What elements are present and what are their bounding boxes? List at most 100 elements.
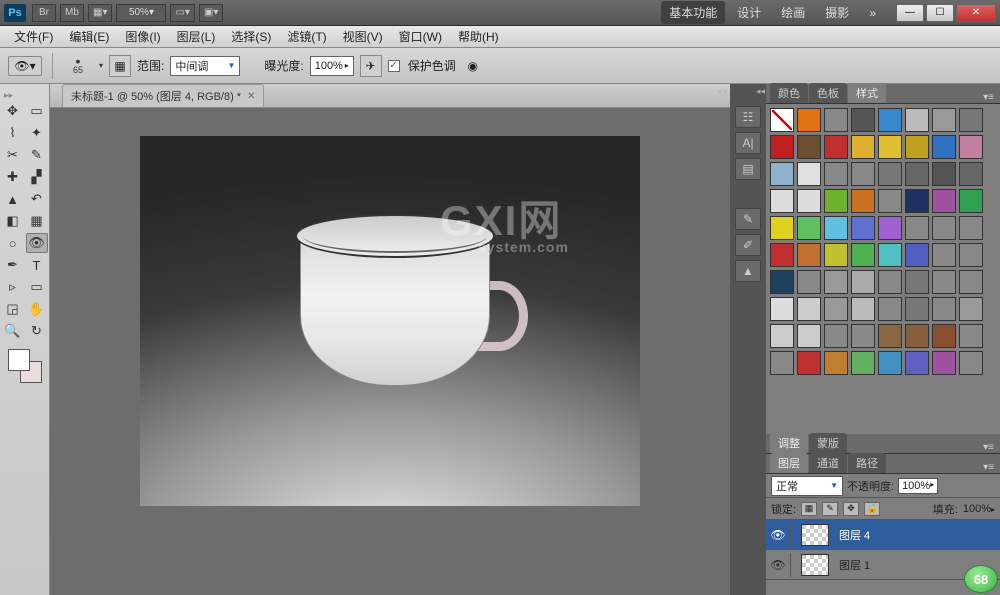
tab-swatches[interactable]: 色板 [809, 83, 847, 103]
menu-layer[interactable]: 图层(L) [169, 26, 224, 47]
bridge-button[interactable]: Br [32, 4, 56, 22]
canvas[interactable]: GXI网 system.com [140, 136, 640, 506]
style-swatch[interactable] [932, 108, 956, 132]
style-swatch[interactable] [851, 297, 875, 321]
style-swatch[interactable] [851, 243, 875, 267]
layer-visibility-icon[interactable]: 👁 [770, 558, 786, 572]
panel-collapse-left[interactable]: ◂◂ [717, 86, 727, 97]
character-panel-icon[interactable]: A| [735, 132, 761, 154]
stamp-tool[interactable]: ▲ [2, 189, 24, 209]
layer-thumbnail[interactable] [801, 524, 829, 546]
tab-adjustments[interactable]: 调整 [770, 433, 808, 453]
style-swatch[interactable] [824, 243, 848, 267]
style-swatch[interactable] [797, 135, 821, 159]
style-swatch[interactable] [824, 216, 848, 240]
eyedropper-tool[interactable]: ✎ [26, 145, 48, 165]
menu-filter[interactable]: 滤镜(T) [279, 26, 334, 47]
opacity-input[interactable]: 100%▸ [898, 478, 938, 494]
lock-pixels-icon[interactable]: ✎ [822, 502, 838, 516]
workspace-essentials[interactable]: 基本功能 [661, 1, 725, 24]
style-swatch[interactable] [905, 243, 929, 267]
workspace-design[interactable]: 设计 [729, 1, 769, 24]
style-swatch[interactable] [770, 135, 794, 159]
style-swatch[interactable] [932, 351, 956, 375]
healing-tool[interactable]: ✚ [2, 167, 24, 187]
menu-help[interactable]: 帮助(H) [450, 26, 507, 47]
menu-edit[interactable]: 编辑(E) [61, 26, 117, 47]
style-swatch[interactable] [878, 162, 902, 186]
style-swatch[interactable] [770, 324, 794, 348]
layer-row[interactable]: 👁图层 4 [766, 520, 1000, 550]
shape-tool[interactable]: ▭ [26, 277, 48, 297]
style-swatch[interactable] [959, 351, 983, 375]
dodge-tool[interactable]: 👁 [26, 233, 48, 253]
style-swatch[interactable] [905, 162, 929, 186]
fg-color-swatch[interactable] [8, 349, 30, 371]
move-tool[interactable]: ✥ [2, 101, 24, 121]
gradient-tool[interactable]: ▦ [26, 211, 48, 231]
workspace-painting[interactable]: 绘画 [773, 1, 813, 24]
quick-select-tool[interactable]: ✦ [26, 123, 48, 143]
style-swatch[interactable] [797, 162, 821, 186]
style-swatch[interactable] [797, 108, 821, 132]
style-swatch[interactable] [797, 270, 821, 294]
fill-input[interactable]: 100%▸ [963, 503, 995, 515]
brush-preset-picker[interactable]: •65 [63, 53, 93, 79]
style-swatch[interactable] [959, 135, 983, 159]
minibridge-button[interactable]: Mb [60, 4, 84, 22]
close-button[interactable]: ✕ [956, 4, 996, 22]
clone-source-icon[interactable]: ▲ [735, 260, 761, 282]
lasso-tool[interactable]: ⌇ [2, 123, 24, 143]
pressure-toggle[interactable]: ◉ [462, 55, 484, 77]
style-swatch[interactable] [824, 270, 848, 294]
style-swatch[interactable] [878, 189, 902, 213]
tab-masks[interactable]: 蒙版 [809, 433, 847, 453]
lock-transparency-icon[interactable]: ▦ [801, 502, 817, 516]
path-select-tool[interactable]: ▹ [2, 277, 24, 297]
style-swatch[interactable] [824, 108, 848, 132]
style-swatch[interactable] [851, 351, 875, 375]
history-brush-tool[interactable]: ↶ [26, 189, 48, 209]
tab-color[interactable]: 颜色 [770, 83, 808, 103]
style-swatch[interactable] [770, 189, 794, 213]
style-swatch[interactable] [797, 243, 821, 267]
type-tool[interactable]: T [26, 255, 48, 275]
menu-select[interactable]: 选择(S) [223, 26, 279, 47]
style-swatch[interactable] [959, 108, 983, 132]
style-swatch[interactable] [797, 324, 821, 348]
style-swatch[interactable] [878, 216, 902, 240]
crop-tool[interactable]: ✂ [2, 145, 24, 165]
style-swatch[interactable] [770, 270, 794, 294]
style-swatch[interactable] [770, 108, 794, 132]
style-swatch[interactable] [770, 216, 794, 240]
layers-panel-menu-icon[interactable]: ▾≡ [983, 462, 1000, 473]
view-extras-button[interactable]: ▦▾ [88, 4, 112, 22]
style-swatch[interactable] [959, 162, 983, 186]
color-swatches[interactable] [8, 349, 42, 383]
style-swatch[interactable] [932, 297, 956, 321]
style-swatch[interactable] [824, 162, 848, 186]
style-swatch[interactable] [959, 270, 983, 294]
style-swatch[interactable] [878, 243, 902, 267]
brush-tool[interactable]: ▞ [26, 167, 48, 187]
tab-paths[interactable]: 路径 [848, 453, 886, 473]
arrange-button[interactable]: ▭▾ [170, 4, 194, 22]
marquee-tool[interactable]: ▭ [26, 101, 48, 121]
style-swatch[interactable] [851, 189, 875, 213]
blend-mode-select[interactable]: 正常▼ [771, 476, 843, 496]
range-select[interactable]: 中间调▼ [170, 56, 240, 76]
menu-view[interactable]: 视图(V) [335, 26, 391, 47]
style-swatch[interactable] [797, 351, 821, 375]
screen-mode-button[interactable]: ▣▾ [199, 4, 223, 22]
style-swatch[interactable] [959, 297, 983, 321]
tab-channels[interactable]: 通道 [809, 453, 847, 473]
style-swatch[interactable] [905, 189, 929, 213]
current-tool-preset[interactable]: 👁▾ [8, 56, 42, 76]
panel-collapse-right[interactable]: ◂◂ [756, 86, 765, 97]
style-swatch[interactable] [824, 135, 848, 159]
canvas-viewport[interactable]: GXI网 system.com [50, 108, 730, 595]
style-swatch[interactable] [932, 162, 956, 186]
pen-tool[interactable]: ✒ [2, 255, 24, 275]
layer-thumbnail[interactable] [801, 554, 829, 576]
style-swatch[interactable] [770, 162, 794, 186]
